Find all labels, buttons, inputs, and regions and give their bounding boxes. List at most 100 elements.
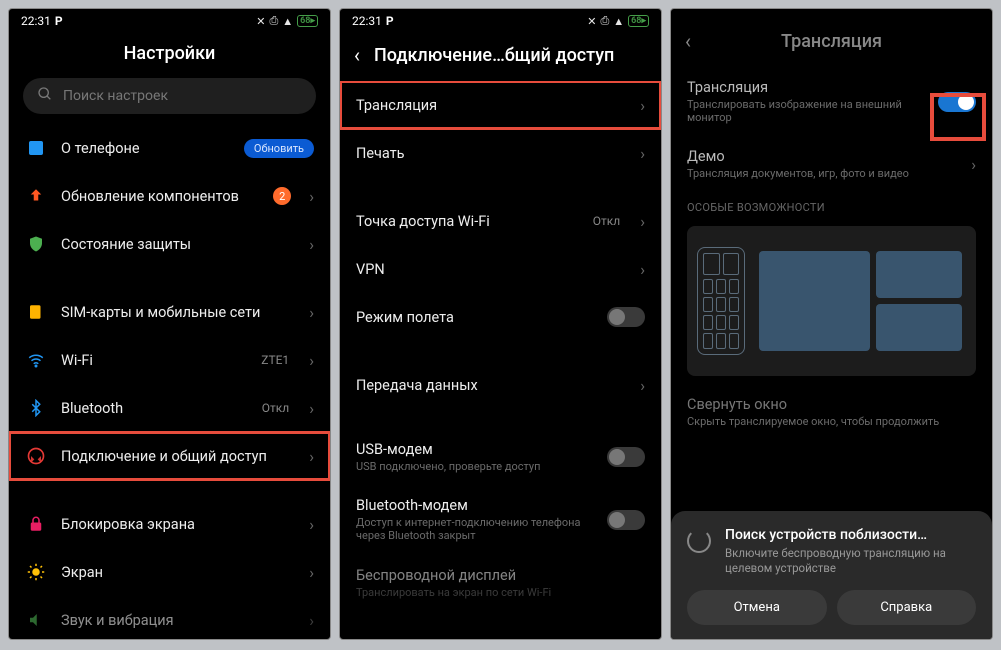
chevron-right-icon: ›	[309, 563, 314, 582]
highlight-toggle	[930, 93, 986, 141]
chevron-right-icon: ›	[640, 96, 645, 115]
row-bt-tether[interactable]: Bluetooth-модем Доступ к интернет-подклю…	[340, 485, 661, 554]
search-placeholder: Поиск настроек	[63, 88, 168, 104]
signal-icon: ▲	[282, 15, 293, 28]
row-connection-sharing[interactable]: Подключение и общий доступ ›	[9, 432, 330, 480]
sim-icon	[25, 301, 47, 323]
row-label: USB-модем	[356, 441, 593, 458]
row-label: SIM-карты и мобильные сети	[61, 304, 295, 321]
row-label: Bluetooth-модем	[356, 497, 593, 514]
row-sublabel: Транслировать изображение на внешний мон…	[687, 98, 924, 124]
row-sublabel: USB подключено, проверьте доступ	[356, 460, 593, 473]
lock-icon	[25, 513, 47, 535]
chevron-right-icon: ›	[309, 303, 314, 322]
row-cast[interactable]: Трансляция ›	[340, 81, 661, 129]
chevron-right-icon: ›	[971, 155, 976, 174]
help-button[interactable]: Справка	[837, 590, 977, 625]
row-demo[interactable]: Демо Трансляция документов, игр, фото и …	[671, 136, 992, 192]
row-minimize-window[interactable]: Свернуть окно Скрыть транслируемое окно,…	[671, 384, 992, 440]
spinner-icon	[687, 529, 711, 553]
chevron-right-icon: ›	[309, 399, 314, 418]
back-button[interactable]: ‹	[354, 43, 360, 67]
chevron-right-icon: ›	[640, 212, 645, 231]
chevron-right-icon: ›	[309, 611, 314, 630]
bluetooth-icon	[25, 397, 47, 419]
row-sublabel: Транслировать на экран по сети Wi-Fi	[356, 586, 645, 599]
row-label: Экран	[61, 564, 295, 581]
row-value: ZTE1	[261, 353, 289, 367]
row-wireless-display[interactable]: Беспроводной дисплей Транслировать на эк…	[340, 555, 661, 611]
row-sublabel: Скрыть транслируемое окно, чтобы продолж…	[687, 415, 976, 428]
page-title: Подключение…бщий доступ	[374, 45, 614, 66]
sheet-subtitle: Включите беспроводную трансляцию на целе…	[725, 546, 976, 576]
row-airplane-mode[interactable]: Режим полета	[340, 293, 661, 341]
signal-icon: ▲	[613, 15, 624, 28]
search-icon	[37, 86, 53, 106]
bt-tether-toggle[interactable]	[607, 510, 645, 530]
speaker-icon	[25, 609, 47, 631]
cast-status-icon: ⎙	[600, 14, 609, 28]
share-icon	[25, 445, 47, 467]
row-lockscreen[interactable]: Блокировка экрана ›	[9, 500, 330, 548]
row-label: О телефоне	[61, 140, 230, 157]
chevron-right-icon: ›	[309, 351, 314, 370]
chevron-right-icon: ›	[309, 447, 314, 466]
row-about-phone[interactable]: О телефоне Обновить	[9, 124, 330, 172]
status-bar: 22:31 P ✕ ⎙ ▲ 68▸	[9, 9, 330, 33]
mute-icon: ✕	[587, 15, 596, 28]
shield-icon	[25, 233, 47, 255]
row-usb-tether[interactable]: USB-модем USB подключено, проверьте дост…	[340, 429, 661, 485]
row-label: Режим полета	[356, 309, 593, 326]
row-label: Точка доступа Wi-Fi	[356, 213, 579, 230]
row-label: Bluetooth	[61, 400, 248, 417]
section-special-features: ОСОБЫЕ ВОЗМОЖНОСТИ	[671, 193, 992, 218]
row-hotspot[interactable]: Точка доступа Wi-Fi Откл ›	[340, 197, 661, 245]
row-wifi[interactable]: Wi-Fi ZTE1 ›	[9, 336, 330, 384]
row-print[interactable]: Печать ›	[340, 129, 661, 177]
usb-tether-toggle[interactable]	[607, 447, 645, 467]
row-security-status[interactable]: Состояние защиты ›	[9, 220, 330, 268]
row-vpn[interactable]: VPN ›	[340, 245, 661, 293]
row-data-transfer[interactable]: Передача данных ›	[340, 361, 661, 409]
row-label: Блокировка экрана	[61, 516, 295, 533]
row-value: Откл	[262, 401, 289, 415]
status-p-icon: P	[386, 14, 394, 28]
searching-devices-sheet: Поиск устройств поблизости… Включите бес…	[671, 511, 992, 639]
airplane-toggle[interactable]	[607, 307, 645, 327]
search-input[interactable]: Поиск настроек	[23, 78, 316, 114]
page-title: Настройки	[124, 43, 216, 64]
row-label: Звук и вибрация	[61, 612, 295, 629]
row-sublabel: Доступ к интернет-подключению телефона ч…	[356, 516, 593, 542]
arrow-up-icon	[25, 185, 47, 207]
tv-grid-icon	[759, 251, 962, 351]
row-label: Трансляция	[687, 79, 924, 96]
chevron-right-icon: ›	[309, 187, 314, 206]
chevron-right-icon: ›	[309, 515, 314, 534]
row-bluetooth[interactable]: Bluetooth Откл ›	[9, 384, 330, 432]
row-label: Печать	[356, 145, 626, 162]
screen-connection-sharing: 22:31 P ✕ ⎙ ▲ 68▸ ‹ Подключение…бщий дос…	[339, 8, 662, 640]
row-label: Свернуть окно	[687, 396, 976, 413]
status-time: 22:31	[21, 14, 51, 28]
row-label: Подключение и общий доступ	[61, 448, 295, 465]
row-components-update[interactable]: Обновление компонентов 2 ›	[9, 172, 330, 220]
row-label: Обновление компонентов	[61, 188, 259, 205]
row-sim-cards[interactable]: SIM-карты и мобильные сети ›	[9, 288, 330, 336]
cast-status-icon: ⎙	[269, 14, 278, 28]
row-sound[interactable]: Звук и вибрация ›	[9, 596, 330, 639]
status-bar: 22:31 P ✕ ⎙ ▲ 68▸	[340, 9, 661, 33]
row-display[interactable]: Экран ›	[9, 548, 330, 596]
screen-settings: 22:31 P ✕ ⎙ ▲ 68▸ Настройки Поиск настро…	[8, 8, 331, 640]
page-header: Настройки	[9, 33, 330, 78]
battery-icon: 68▸	[628, 15, 649, 27]
chevron-right-icon: ›	[640, 376, 645, 395]
wifi-icon	[25, 349, 47, 371]
chevron-right-icon: ›	[309, 235, 314, 254]
sun-icon	[25, 561, 47, 583]
row-label: Демо	[687, 148, 957, 165]
status-time: 22:31	[352, 14, 382, 28]
row-label: Wi-Fi	[61, 352, 247, 369]
update-badge[interactable]: Обновить	[244, 139, 314, 158]
cancel-button[interactable]: Отмена	[687, 590, 827, 625]
back-button[interactable]: ‹	[685, 29, 691, 53]
